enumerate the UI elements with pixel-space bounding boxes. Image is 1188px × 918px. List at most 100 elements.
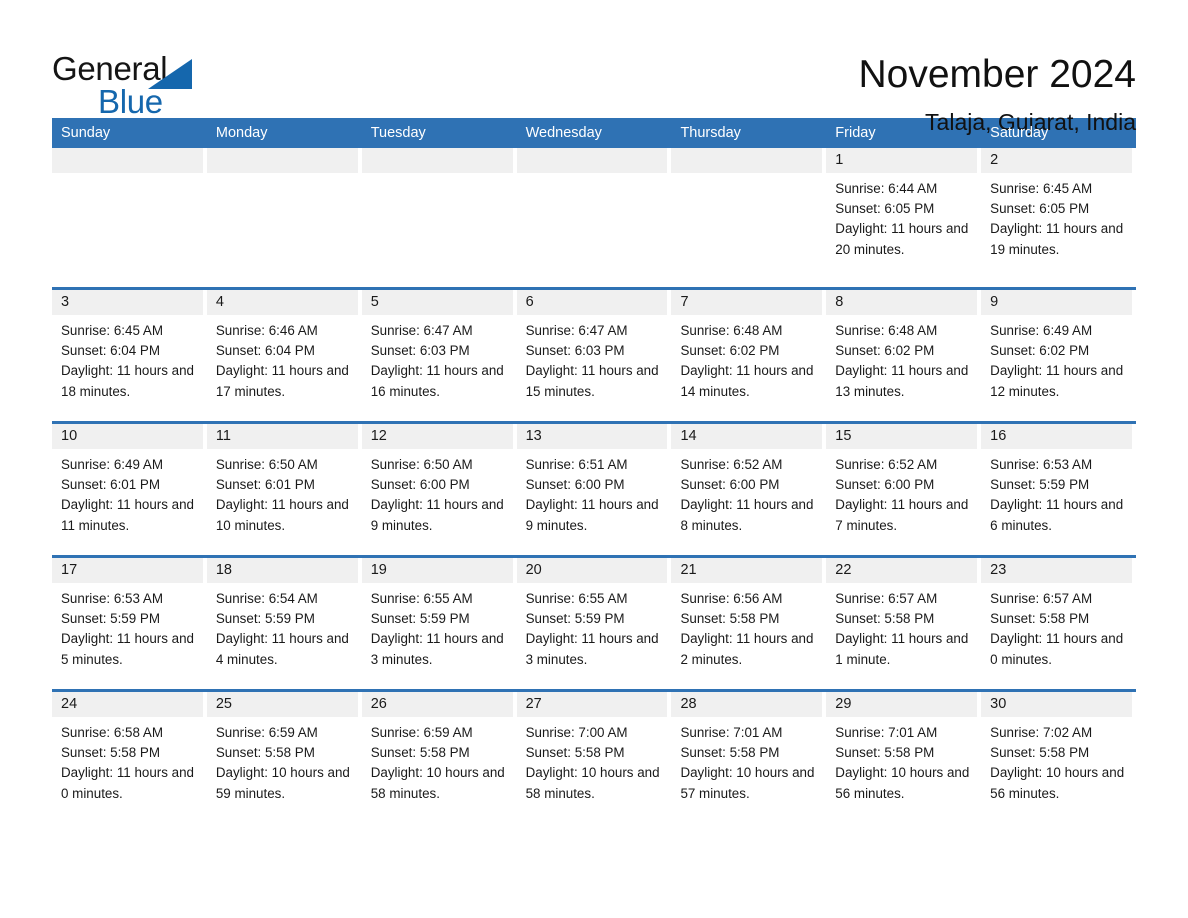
- sunrise-text: Sunrise: 6:52 AM: [835, 457, 938, 472]
- daylight-text: Daylight: 11 hours and 3 minutes.: [525, 631, 659, 667]
- day-number: 14: [671, 424, 823, 449]
- day-number: 27: [516, 692, 668, 717]
- sunrise-text: Sunrise: 6:59 AM: [370, 725, 473, 740]
- sunrise-text: Sunrise: 6:49 AM: [61, 457, 163, 472]
- day-details: Sunrise: 6:59 AM Sunset: 5:58 PM Daylight:…: [362, 717, 513, 804]
- calendar-day-cell[interactable]: 5 Sunrise: 6:47 AM Sunset: 6:03 PM Daylight…: [361, 290, 517, 421]
- day-number: [361, 148, 513, 173]
- day-number: [206, 148, 358, 173]
- sunset-text: Sunset: 5:58 PM: [835, 611, 935, 627]
- day-number: 20: [516, 558, 668, 583]
- calendar-day-cell[interactable]: 9 Sunrise: 6:49 AM Sunset: 6:02 PM Daylight…: [981, 290, 1136, 421]
- daylight-text: Daylight: 10 hours and 59 minutes.: [215, 765, 350, 801]
- day-number: [52, 148, 203, 173]
- calendar-day-cell[interactable]: 15 Sunrise: 6:52 AM Sunset: 6:00 PM Dayligh…: [826, 424, 981, 555]
- sunset-text: Sunset: 6:02 PM: [680, 343, 780, 359]
- daylight-text: Daylight: 10 hours and 56 minutes.: [835, 765, 970, 801]
- day-details: Sunrise: 6:52 AM Sunset: 6:00 PM Daylight:…: [671, 449, 822, 536]
- calendar-day-cell[interactable]: 29 Sunrise: 7:01 AM Sunset: 5:58 PM Dayligh…: [826, 692, 981, 823]
- sunrise-text: Sunrise: 6:59 AM: [215, 725, 318, 740]
- sunrise-text: Sunrise: 6:49 AM: [990, 323, 1093, 338]
- daylight-text: Daylight: 11 hours and 19 minutes.: [990, 221, 1124, 257]
- daylight-text: Daylight: 11 hours and 11 minutes.: [61, 497, 194, 533]
- calendar-day-cell[interactable]: 23 Sunrise: 6:57 AM Sunset: 5:58 PM Dayligh…: [981, 558, 1136, 689]
- sunrise-text: Sunrise: 6:58 AM: [61, 725, 163, 740]
- calendar-grid: Sunday Monday Tuesday Wednesday Thursday…: [52, 118, 1136, 823]
- sunset-text: Sunset: 6:02 PM: [990, 343, 1090, 359]
- calendar-day-cell[interactable]: 18 Sunrise: 6:54 AM Sunset: 5:59 PM Dayligh…: [206, 558, 362, 689]
- calendar-day-cell[interactable]: 4 Sunrise: 6:46 AM Sunset: 6:04 PM Daylight…: [206, 290, 362, 421]
- sunset-text: Sunset: 5:58 PM: [680, 611, 780, 627]
- calendar-page: General Blue November 2024 Talaja, Gujar…: [0, 0, 1188, 918]
- calendar-day-cell[interactable]: 21 Sunrise: 6:56 AM Sunset: 5:58 PM Dayligh…: [671, 558, 826, 689]
- sunset-text: Sunset: 6:05 PM: [835, 201, 935, 217]
- calendar-day-cell[interactable]: 16 Sunrise: 6:53 AM Sunset: 5:59 PM Dayligh…: [981, 424, 1136, 555]
- calendar-day-cell[interactable]: 30 Sunrise: 7:02 AM Sunset: 5:58 PM Dayligh…: [981, 692, 1136, 823]
- sunset-text: Sunset: 6:03 PM: [370, 343, 470, 359]
- daylight-text: Daylight: 11 hours and 9 minutes.: [370, 497, 504, 533]
- weekday-header-row: Sunday Monday Tuesday Wednesday Thursday…: [52, 118, 1136, 148]
- daylight-text: Daylight: 10 hours and 57 minutes.: [680, 765, 815, 801]
- calendar-day-cell[interactable]: 8 Sunrise: 6:48 AM Sunset: 6:02 PM Daylight…: [826, 290, 981, 421]
- weekday-friday: Friday: [835, 125, 876, 141]
- sunset-text: Sunset: 5:58 PM: [990, 611, 1090, 627]
- calendar-day-cell[interactable]: 12 Sunrise: 6:50 AM Sunset: 6:00 PM Dayligh…: [361, 424, 517, 555]
- daylight-text: Daylight: 11 hours and 10 minutes.: [215, 497, 349, 533]
- weekday-saturday: Saturday: [990, 125, 1049, 141]
- calendar-day-cell[interactable]: 27 Sunrise: 7:00 AM Sunset: 5:58 PM Dayligh…: [516, 692, 672, 823]
- calendar-day-cell[interactable]: 19 Sunrise: 6:55 AM Sunset: 5:59 PM Dayligh…: [361, 558, 517, 689]
- day-number: 28: [671, 692, 823, 717]
- calendar-day-cell[interactable]: 28 Sunrise: 7:01 AM Sunset: 5:58 PM Dayligh…: [671, 692, 826, 823]
- sunrise-text: Sunrise: 6:56 AM: [680, 591, 783, 606]
- sunset-text: Sunset: 5:59 PM: [525, 611, 625, 627]
- sunrise-text: Sunrise: 6:48 AM: [680, 323, 783, 338]
- calendar-day-cell[interactable]: 22 Sunrise: 6:57 AM Sunset: 5:58 PM Dayligh…: [826, 558, 981, 689]
- sunrise-text: Sunrise: 7:00 AM: [525, 725, 628, 740]
- sunset-text: Sunset: 6:01 PM: [61, 477, 160, 493]
- sunset-text: Sunset: 6:04 PM: [61, 343, 160, 359]
- calendar-day-cell[interactable]: 14 Sunrise: 6:52 AM Sunset: 6:00 PM Dayligh…: [671, 424, 826, 555]
- day-details: Sunrise: 6:53 AM Sunset: 5:59 PM Daylight:…: [52, 583, 203, 670]
- calendar-empty-cell: [52, 148, 207, 287]
- day-details: Sunrise: 6:55 AM Sunset: 5:59 PM Daylight:…: [362, 583, 513, 670]
- day-number: 15: [826, 424, 978, 449]
- calendar-day-cell[interactable]: 17 Sunrise: 6:53 AM Sunset: 5:59 PM Dayligh…: [52, 558, 207, 689]
- sunrise-text: Sunrise: 7:01 AM: [680, 725, 783, 740]
- day-number: 8: [826, 290, 978, 315]
- calendar-day-cell[interactable]: 11 Sunrise: 6:50 AM Sunset: 6:01 PM Dayligh…: [206, 424, 362, 555]
- calendar-day-cell[interactable]: 25 Sunrise: 6:59 AM Sunset: 5:58 PM Dayligh…: [206, 692, 362, 823]
- day-number: 12: [361, 424, 513, 449]
- day-details: Sunrise: 7:02 AM Sunset: 5:58 PM Daylight:…: [981, 717, 1132, 804]
- calendar-empty-cell: [516, 148, 672, 287]
- day-details: Sunrise: 6:59 AM Sunset: 5:58 PM Daylight:…: [207, 717, 358, 804]
- calendar-day-cell[interactable]: 7 Sunrise: 6:48 AM Sunset: 6:02 PM Daylight…: [671, 290, 826, 421]
- day-details: Sunrise: 6:57 AM Sunset: 5:58 PM Daylight:…: [981, 583, 1132, 670]
- calendar-day-cell[interactable]: 3 Sunrise: 6:45 AM Sunset: 6:04 PM Daylight…: [52, 290, 207, 421]
- day-number: 5: [361, 290, 513, 315]
- calendar-empty-cell: [361, 148, 517, 287]
- day-number: [516, 148, 668, 173]
- daylight-text: Daylight: 11 hours and 13 minutes.: [835, 363, 969, 399]
- calendar-day-cell[interactable]: 6 Sunrise: 6:47 AM Sunset: 6:03 PM Daylight…: [516, 290, 672, 421]
- general-blue-logo[interactable]: General Blue: [52, 50, 212, 124]
- calendar-day-cell[interactable]: 26 Sunrise: 6:59 AM Sunset: 5:58 PM Dayligh…: [361, 692, 517, 823]
- daylight-text: Daylight: 11 hours and 1 minute.: [835, 631, 969, 667]
- sunrise-text: Sunrise: 7:02 AM: [990, 725, 1093, 740]
- calendar-day-cell[interactable]: 10 Sunrise: 6:49 AM Sunset: 6:01 PM Dayligh…: [52, 424, 207, 555]
- day-details: Sunrise: 6:53 AM Sunset: 5:59 PM Daylight:…: [981, 449, 1132, 536]
- sunset-text: Sunset: 6:04 PM: [215, 343, 315, 359]
- calendar-day-cell[interactable]: 1 Sunrise: 6:44 AM Sunset: 6:05 PM Daylight…: [826, 148, 981, 287]
- calendar-empty-cell: [206, 148, 362, 287]
- sunrise-text: Sunrise: 6:47 AM: [370, 323, 473, 338]
- daylight-text: Daylight: 11 hours and 15 minutes.: [525, 363, 659, 399]
- sunrise-text: Sunrise: 6:57 AM: [990, 591, 1093, 606]
- calendar-day-cell[interactable]: 2 Sunrise: 6:45 AM Sunset: 6:05 PM Daylight…: [981, 148, 1136, 287]
- calendar-day-cell[interactable]: 20 Sunrise: 6:55 AM Sunset: 5:59 PM Dayligh…: [516, 558, 672, 689]
- sunset-text: Sunset: 5:58 PM: [835, 745, 935, 761]
- sunrise-text: Sunrise: 6:54 AM: [215, 591, 318, 606]
- day-number: 22: [826, 558, 978, 583]
- day-details: Sunrise: 6:58 AM Sunset: 5:58 PM Daylight:…: [52, 717, 203, 804]
- calendar-day-cell[interactable]: 24 Sunrise: 6:58 AM Sunset: 5:58 PM Dayligh…: [52, 692, 207, 823]
- calendar-day-cell[interactable]: 13 Sunrise: 6:51 AM Sunset: 6:00 PM Dayligh…: [516, 424, 672, 555]
- daylight-text: Daylight: 11 hours and 16 minutes.: [370, 363, 504, 399]
